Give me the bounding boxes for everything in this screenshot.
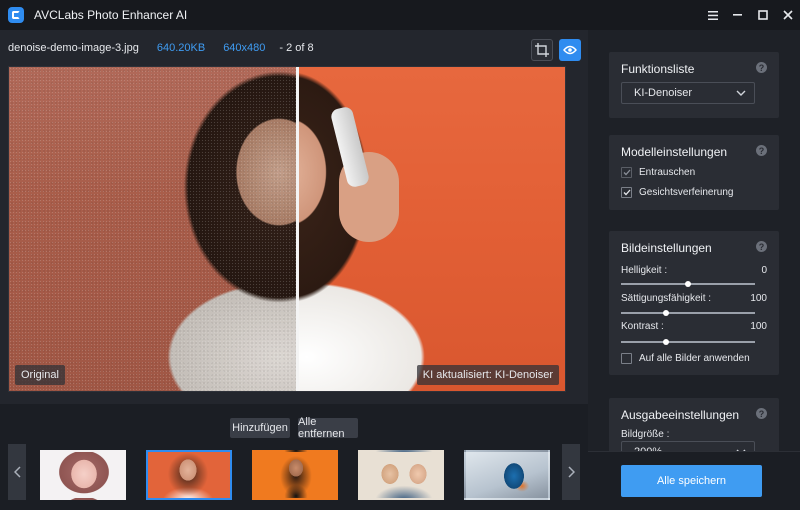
apply-all-checkbox[interactable] <box>621 353 632 364</box>
image-resolution: 640x480 <box>223 42 266 54</box>
next-button[interactable] <box>562 444 580 500</box>
denoise-label: Entrauschen <box>639 167 696 178</box>
function-list-title: Funktionsliste <box>621 62 695 76</box>
help-icon[interactable]: ? <box>756 408 767 419</box>
brightness-slider-handle[interactable] <box>685 281 691 287</box>
panel-footer: Alle speichern <box>588 451 800 510</box>
minimize-icon[interactable] <box>726 0 750 30</box>
crop-button[interactable] <box>531 39 553 61</box>
function-list-card: Funktionsliste ? KI-Denoiser <box>609 52 779 118</box>
file-size: 640.20KB <box>156 42 206 54</box>
output-settings-title: Ausgabeeinstellungen <box>621 408 740 422</box>
chevron-right-icon <box>567 466 575 478</box>
thumbnail[interactable] <box>40 450 126 500</box>
help-icon[interactable]: ? <box>756 62 767 73</box>
image-settings-title: Bildeinstellungen <box>621 241 712 255</box>
apply-all-option[interactable]: Auf alle Bilder anwenden <box>621 353 750 364</box>
app-logo-icon <box>8 7 24 23</box>
comparison-divider-handle[interactable] <box>296 67 299 391</box>
menu-icon[interactable] <box>701 0 725 30</box>
ai-updated-label: KI aktualisiert: KI-Denoiser <box>416 365 559 385</box>
contrast-slider-handle[interactable] <box>663 339 669 345</box>
image-counter: - 2 of 8 <box>279 42 314 54</box>
contrast-label: Kontrast : <box>621 321 664 332</box>
check-icon <box>623 189 630 196</box>
face-refinement-checkbox[interactable] <box>621 187 632 198</box>
title-bar: AVCLabs Photo Enhancer AI <box>0 0 800 30</box>
chevron-down-icon <box>736 90 746 96</box>
check-icon <box>623 169 630 176</box>
thumbnail[interactable] <box>252 450 338 500</box>
chevron-left-icon <box>13 466 21 478</box>
thumbnail-strip: Hinzufügen Alle entfernen <box>0 404 588 510</box>
previous-button[interactable] <box>8 444 26 500</box>
saturation-value: 100 <box>750 293 767 304</box>
preview-toggle-button[interactable] <box>559 39 581 61</box>
denoise-option: Entrauschen <box>621 167 695 178</box>
saturation-slider[interactable] <box>621 310 755 316</box>
image-size-label: Bildgröße : <box>621 429 670 440</box>
thumbnail[interactable] <box>464 450 550 500</box>
eye-icon <box>563 45 577 55</box>
model-settings-title: Modelleinstellungen <box>621 145 728 159</box>
comparison-preview[interactable]: Original KI aktualisiert: KI-Denoiser <box>8 66 566 392</box>
workspace: denoise-demo-image-3.jpg 640.20KB 640x48… <box>0 30 588 510</box>
image-settings-card: Bildeinstellungen ? Helligkeit : 0 Sätti… <box>609 231 779 375</box>
saturation-slider-handle[interactable] <box>663 310 669 316</box>
settings-panel: Funktionsliste ? KI-Denoiser Modelleinst… <box>588 30 800 510</box>
contrast-value: 100 <box>750 321 767 332</box>
thumbnail[interactable] <box>358 450 444 500</box>
image-info-bar: denoise-demo-image-3.jpg 640.20KB 640x48… <box>0 30 588 66</box>
contrast-slider[interactable] <box>621 339 755 345</box>
brightness-value: 0 <box>761 265 767 276</box>
crop-icon <box>535 43 549 57</box>
app-title: AVCLabs Photo Enhancer AI <box>34 8 188 22</box>
file-name: denoise-demo-image-3.jpg <box>8 42 139 54</box>
help-icon[interactable]: ? <box>756 241 767 252</box>
original-image <box>9 67 297 391</box>
denoise-checkbox <box>621 167 632 178</box>
brightness-label: Helligkeit : <box>621 265 668 276</box>
window-controls <box>700 0 800 30</box>
thumbnail-selected[interactable] <box>146 450 232 500</box>
face-refinement-label: Gesichtsverfeinerung <box>639 187 734 198</box>
saturation-label: Sättigungsfähigkeit : <box>621 293 712 304</box>
apply-all-label: Auf alle Bilder anwenden <box>639 353 750 364</box>
add-button[interactable]: Hinzufügen <box>230 418 290 438</box>
maximize-icon[interactable] <box>751 0 775 30</box>
remove-all-button[interactable]: Alle entfernen <box>298 416 358 440</box>
original-label: Original <box>15 365 65 385</box>
close-icon[interactable] <box>776 0 800 30</box>
model-settings-card: Modelleinstellungen ? Entrauschen Gesich… <box>609 135 779 210</box>
function-select-value: KI-Denoiser <box>634 87 693 99</box>
save-all-button[interactable]: Alle speichern <box>621 465 762 497</box>
function-select[interactable]: KI-Denoiser <box>621 82 755 104</box>
brightness-slider[interactable] <box>621 281 755 287</box>
help-icon[interactable]: ? <box>756 145 767 156</box>
face-refinement-option[interactable]: Gesichtsverfeinerung <box>621 187 734 198</box>
